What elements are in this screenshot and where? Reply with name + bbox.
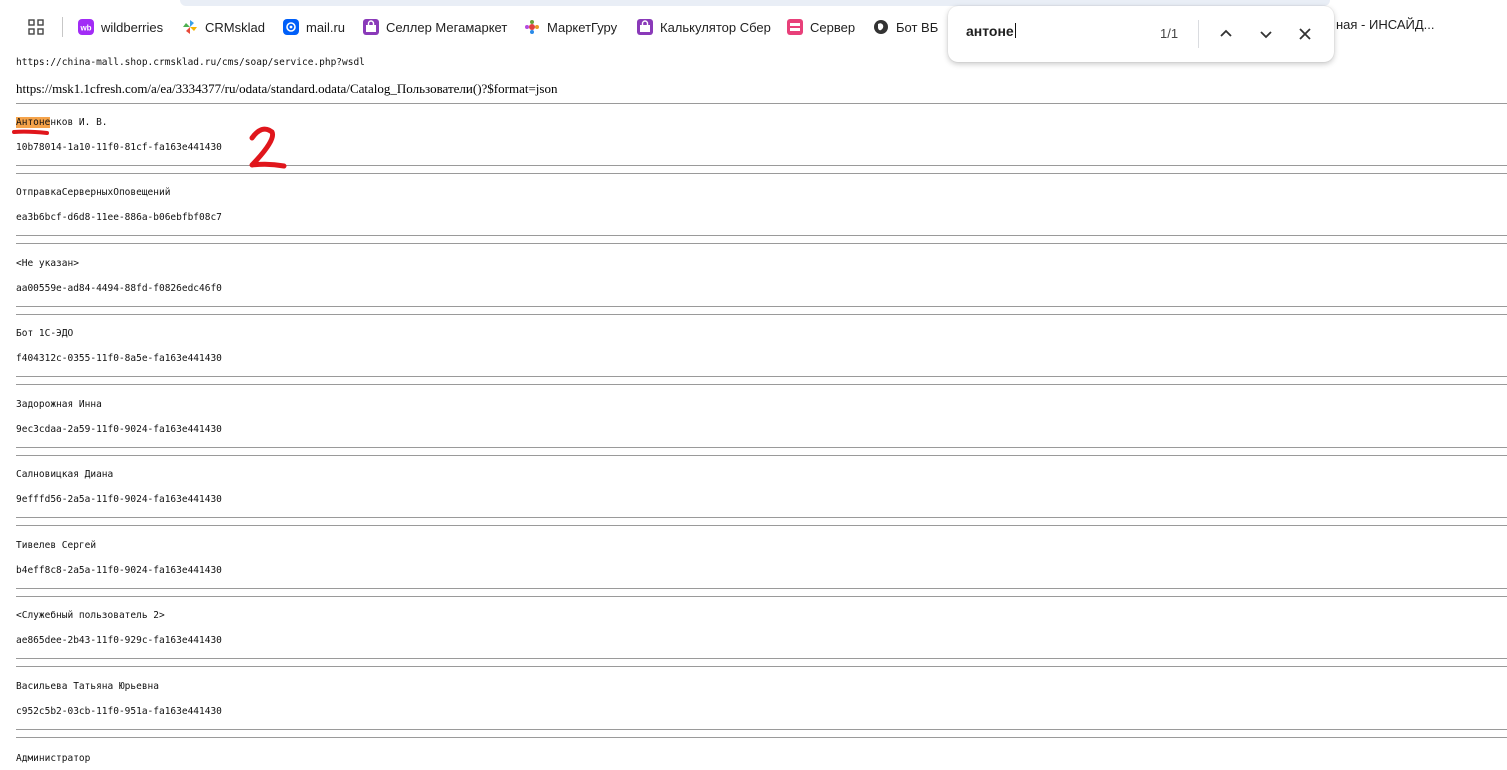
- divider: [16, 305, 1507, 307]
- bookmark-label: CRMsklad: [205, 19, 265, 35]
- divider: [16, 666, 1507, 667]
- user-name: Тивелев Сергей: [16, 539, 97, 551]
- bookmark-marketguru[interactable]: МаркетГуру: [524, 17, 617, 37]
- annotation-number-two: [249, 126, 287, 169]
- svg-text:wb: wb: [79, 24, 91, 33]
- divider: [16, 736, 1507, 738]
- user-id: f404312c-0355-11f0-8a5e-fa163e441430: [16, 353, 222, 364]
- user-name: Администратор: [16, 753, 91, 764]
- user-name: Антоненков И. В.: [16, 117, 108, 128]
- bookmark-insider-label[interactable]: ная - ИНСАЙД...: [1336, 17, 1435, 32]
- bookmark-label: mail.ru: [306, 19, 346, 35]
- divider: [16, 243, 1507, 244]
- bookmark-label: Калькулятор Сбер: [660, 19, 771, 35]
- divider: [16, 376, 1507, 377]
- chevron-down-icon[interactable]: [1256, 24, 1276, 44]
- globe-icon: [874, 20, 888, 34]
- divider: [16, 728, 1507, 730]
- user-id: ae865dee-2b43-11f0-929c-fa163e441430: [16, 635, 222, 646]
- soap-url-text: https://china-mall.shop.crmsklad.ru/cms/…: [16, 57, 365, 68]
- odata-url-text: https://msk1.1cfresh.com/a/ea/3334377/ru…: [16, 81, 558, 96]
- divider: [16, 313, 1507, 315]
- megamarket-bag-icon: [637, 19, 653, 35]
- apps-grid-icon[interactable]: [28, 19, 44, 35]
- bookmark-megamarket[interactable]: Селлер Мегамаркет: [363, 17, 507, 37]
- bookmark-label: Селлер Мегамаркет: [386, 19, 508, 35]
- bookmark-server[interactable]: Сервер: [787, 17, 855, 37]
- server-icon: [787, 19, 803, 35]
- search-highlight: Антоне: [16, 117, 51, 128]
- user-name: <Служебный пользователь 2>: [16, 610, 165, 621]
- find-divider: [1198, 20, 1199, 48]
- divider: [16, 446, 1507, 448]
- user-name: Бот 1С-ЭДО: [16, 328, 74, 339]
- divider: [16, 173, 1507, 174]
- crmsklad-pinwheel-icon: [183, 20, 197, 34]
- user-id: 10b78014-1a10-11f0-81cf-fa163e441430: [16, 142, 222, 153]
- user-name: Салновицкая Диана: [16, 469, 114, 480]
- wildberries-logo-icon: wb: [78, 19, 94, 35]
- bookmark-crmsklad[interactable]: CRMsklad: [182, 17, 265, 37]
- close-icon[interactable]: [1295, 24, 1315, 44]
- user-name: ОтправкаСерверныхОповещений: [16, 187, 171, 198]
- divider: [16, 587, 1507, 589]
- divider: [16, 595, 1507, 597]
- find-match-count: 1/1: [1160, 26, 1179, 41]
- user-id: b4eff8c8-2a5a-11f0-9024-fa163e441430: [16, 564, 222, 576]
- divider: [16, 517, 1507, 518]
- user-id: 9efffd56-2a5a-11f0-9024-fa163e441430: [16, 494, 222, 505]
- marketguru-icon: [525, 20, 539, 34]
- bookmark-mailru[interactable]: mail.ru: [283, 17, 345, 37]
- divider: [16, 525, 1507, 526]
- bookmark-label: МаркетГуру: [547, 19, 618, 35]
- user-id: ea3b6bcf-d6d8-11ee-886a-b06ebfbf08c7: [16, 212, 222, 223]
- user-name-rest: нков И. В.: [50, 117, 108, 128]
- divider: [16, 454, 1507, 456]
- annotation-layer: [12, 41, 1042, 169]
- divider: [16, 384, 1507, 385]
- text-caret: [1014, 23, 1016, 38]
- user-id: c952c5b2-03cb-11f0-951a-fa163e441430: [16, 705, 222, 717]
- chevron-up-icon[interactable]: [1216, 24, 1236, 44]
- bookmark-label: wildberries: [101, 19, 164, 35]
- divider: [16, 165, 1507, 166]
- annotation-underline: [12, 129, 49, 135]
- find-in-page-bar: антоне 1/1: [948, 6, 1334, 62]
- user-id: aa00559e-ad84-4494-88fd-f0826edc46f0: [16, 282, 222, 294]
- mailru-at-icon: [283, 19, 299, 35]
- find-query: антоне: [966, 23, 1014, 39]
- user-name: Васильева Татьяна Юрьевна: [16, 680, 159, 692]
- bookmark-sber-calculator[interactable]: Калькулятор Сбер: [637, 17, 771, 37]
- bookmark-label: Бот ВБ: [896, 19, 939, 35]
- bookmark-wildberries[interactable]: wb wildberries: [78, 17, 163, 37]
- user-name: <Не указан>: [16, 257, 79, 269]
- bookmarks-separator: [62, 17, 63, 37]
- bookmark-label: Сервер: [810, 19, 856, 35]
- find-input[interactable]: антоне: [966, 23, 1016, 39]
- divider: [16, 658, 1507, 659]
- divider: [16, 235, 1507, 236]
- divider: [16, 103, 1507, 104]
- megamarket-bag-icon: [363, 19, 379, 35]
- user-name: Задорожная Инна: [16, 398, 102, 410]
- bookmark-bot-wb[interactable]: Бот ВБ: [873, 17, 938, 37]
- user-id: 9ec3cdaa-2a59-11f0-9024-fa163e441430: [16, 423, 222, 435]
